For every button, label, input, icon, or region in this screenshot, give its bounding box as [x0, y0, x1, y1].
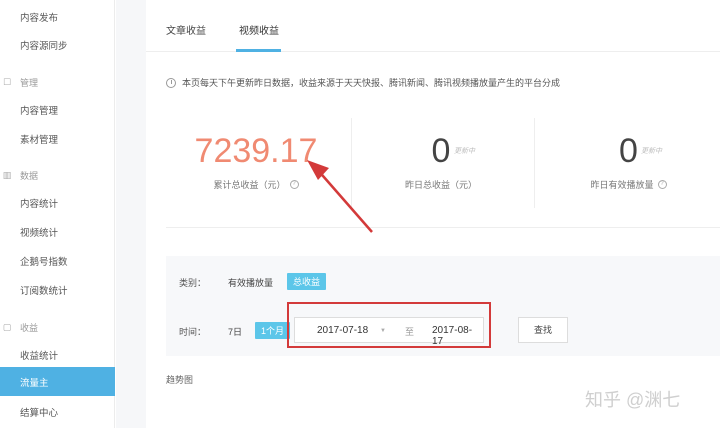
- update-notice: 本页每天下午更新昨日数据，收益来源于天天快报、腾讯新闻、腾讯视频播放量产生的平台…: [166, 76, 560, 89]
- data-icon: ▥: [2, 170, 12, 180]
- active-tab-indicator: [236, 49, 281, 52]
- sidebar-section-data: ▥ 数据: [2, 170, 39, 181]
- date-highlight-box: [287, 302, 491, 348]
- sidebar-item-video-stats[interactable]: 视频统计: [20, 225, 58, 239]
- sidebar-section-manage: ☐ 管理: [2, 77, 39, 88]
- sidebar: 内容发布 内容源同步 ☐ 管理 内容管理 素材管理 ▥ 数据 内容统计 视频统计…: [0, 0, 115, 428]
- revenue-icon: ▢: [2, 322, 12, 332]
- sidebar-item-material-manage[interactable]: 素材管理: [20, 132, 58, 146]
- yesterday-plays-value: 0: [619, 132, 638, 170]
- category-option-total-revenue[interactable]: 总收益: [287, 273, 327, 290]
- stat-total-revenue: 7239.17 累计总收益（元） ?: [166, 118, 346, 213]
- total-revenue-value: 7239.17: [194, 132, 318, 170]
- sidebar-item-subscriber-stats[interactable]: 订阅数统计: [20, 283, 68, 297]
- search-button[interactable]: 查找: [518, 317, 568, 343]
- yesterday-revenue-label: 昨日总收益（元）: [404, 180, 477, 190]
- total-revenue-label: 累计总收益（元）: [213, 180, 286, 190]
- sidebar-item-revenue-stats[interactable]: 收益统计: [20, 348, 58, 362]
- tab-video-revenue[interactable]: 视频收益: [239, 22, 279, 37]
- clock-icon: [166, 77, 176, 88]
- sidebar-section-revenue: ▢ 收益: [2, 322, 39, 333]
- trend-chart-title: 趋势图: [166, 375, 194, 385]
- revenue-tabs: 文章收益 视频收益: [146, 0, 720, 52]
- divider: [351, 118, 352, 208]
- tab-article-revenue[interactable]: 文章收益: [166, 22, 206, 37]
- yesterday-plays-label: 昨日有效播放量: [590, 180, 654, 190]
- sidebar-item-content-stats[interactable]: 内容统计: [20, 196, 58, 210]
- sidebar-item-content-manage[interactable]: 内容管理: [20, 103, 58, 117]
- time-label: 时间：: [179, 327, 207, 337]
- help-icon[interactable]: ?: [657, 180, 667, 189]
- updating-badge: 更新中: [641, 148, 662, 155]
- help-icon[interactable]: ?: [289, 180, 299, 189]
- time-option-1-month[interactable]: 1个月: [255, 322, 291, 339]
- divider: [534, 118, 535, 208]
- main-panel: 文章收益 视频收益 本页每天下午更新昨日数据，收益来源于天天快报、腾讯新闻、腾讯…: [146, 0, 720, 428]
- stats-row: 7239.17 累计总收益（元） ? 0 更新中 昨日总收益（元） 0 更新中 …: [166, 118, 720, 228]
- sidebar-item-content-publish[interactable]: 内容发布: [20, 10, 58, 24]
- category-option-valid-plays[interactable]: 有效播放量: [228, 276, 273, 289]
- time-option-7-days[interactable]: 7日: [228, 325, 242, 338]
- watermark: 知乎 @渊七: [585, 390, 681, 410]
- stat-yesterday-plays: 0 更新中 昨日有效播放量 ?: [541, 118, 716, 213]
- updating-badge: 更新中: [454, 148, 475, 155]
- manage-icon: ☐: [2, 77, 12, 87]
- sidebar-item-settlement[interactable]: 结算中心: [20, 405, 58, 419]
- sidebar-item-traffic-owner[interactable]: 流量主: [0, 367, 115, 396]
- gutter: [116, 0, 146, 428]
- stat-yesterday-revenue: 0 更新中 昨日总收益（元）: [356, 118, 526, 213]
- sidebar-item-penguin-index[interactable]: 企鹅号指数: [20, 254, 68, 268]
- yesterday-revenue-value: 0: [431, 132, 451, 170]
- sidebar-item-content-sync[interactable]: 内容源同步: [20, 38, 68, 52]
- category-label: 类别：: [179, 278, 207, 288]
